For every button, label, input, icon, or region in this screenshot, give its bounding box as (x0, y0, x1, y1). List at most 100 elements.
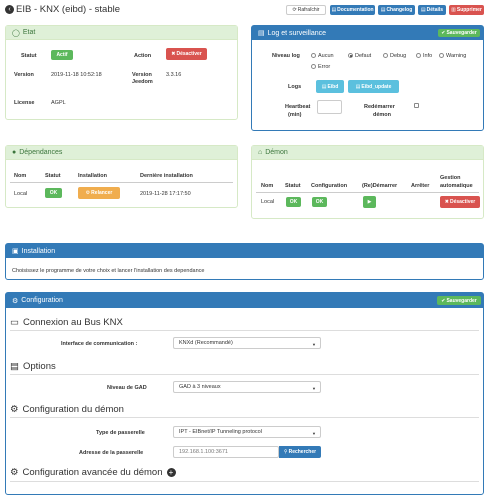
map-icon: ▣ (12, 248, 19, 255)
bus-divider (10, 330, 479, 331)
bus-section-title: ▭ Connexion au Bus KNX (10, 317, 123, 328)
log-eibd-button[interactable]: ▤ Eibd (316, 80, 344, 93)
heartbeat-label: Heartbeat (285, 104, 311, 110)
log-level-radio-error[interactable] (311, 64, 316, 69)
configuration-panel: ⚙ Configuration ✔ Sauvegarder ▭ Connexion … (5, 292, 484, 495)
demon-config-badge: OK (312, 197, 327, 207)
search-icon: ⚲ (283, 449, 288, 455)
statut-badge: Actif (51, 50, 73, 60)
bicycle-icon: ⚙ (85, 190, 91, 196)
trash-icon: ▥ (451, 7, 456, 13)
deps-last-install: 2019-11-28 17:17:50 (140, 191, 191, 197)
log-level-defaut-label: Defaut (355, 53, 372, 59)
demon-status-badge: OK (286, 197, 301, 207)
circle-icon: ● (12, 149, 17, 156)
demon-panel-header: ⌂ Démon (252, 146, 483, 160)
deps-col-installation: Installation (78, 173, 108, 179)
deps-panel-header: ● Dépendances (6, 146, 237, 160)
log-level-error-label: Error (318, 64, 331, 70)
deactivate-button[interactable]: ✖ Désactiver (166, 48, 207, 60)
gateway-address-input[interactable]: 192.168.1.100:3671 (173, 446, 279, 458)
deps-row-name: Local (14, 191, 28, 197)
daemon-config-section-title: ⚙ Configuration du démon (10, 404, 124, 415)
log-level-radio-info[interactable] (416, 53, 421, 58)
chevron-down-icon: ▼ (312, 342, 316, 347)
relaunch-button[interactable]: ⚙ Relancer (78, 187, 120, 199)
installation-text: Choisissez le programme de votre choix e… (12, 268, 205, 274)
delete-button[interactable]: ▥ Supprimer (449, 5, 484, 15)
restart-label-2: démon (373, 112, 392, 118)
interface-label: Interface de communication : (61, 341, 138, 347)
details-button[interactable]: ▤ Détails (418, 5, 446, 15)
close-icon: ✖ (444, 199, 449, 205)
demon-col-configuration: Configuration (311, 183, 348, 189)
heartbeat-input[interactable] (317, 100, 342, 114)
cogs-icon: ⚙ (12, 297, 19, 305)
statut-label: Statut (21, 53, 37, 59)
gad-label: Niveau de GAD (107, 385, 147, 391)
log-level-radio-defaut[interactable] (348, 53, 353, 58)
search-gateway-button[interactable]: ⚲ Rechercher (279, 446, 321, 458)
start-daemon-button[interactable]: ▶ (363, 196, 376, 208)
license-label: License (14, 100, 35, 106)
demon-col-redemarrer: (Re)Démarrer (362, 183, 398, 189)
check-icon: ✔ (441, 297, 446, 304)
deps-col-nom: Nom (14, 173, 27, 179)
license-value: AGPL (51, 100, 66, 106)
demon-table-divider (256, 192, 479, 193)
interface-select[interactable]: KNXd (Recommandé) ▼ (173, 337, 321, 349)
gateway-type-select[interactable]: IPT - EIBnet/IP Tunneling protocol ▼ (173, 426, 321, 438)
cog-icon: ⚙ (10, 404, 19, 415)
deps-panel: ● Dépendances Nom Statut Installation De… (5, 145, 238, 208)
demon-col-arreter: Arrêter (411, 183, 430, 189)
book-icon: ▤ (331, 7, 337, 13)
etat-panel-header: ◯ Etat (6, 26, 237, 40)
log-level-warning-label: Warning (446, 53, 467, 59)
action-label: Action (134, 53, 152, 59)
advanced-divider (10, 481, 479, 482)
back-icon[interactable]: ‹ (5, 5, 14, 14)
demon-panel: ⌂ Démon Nom Statut Configuration (Re)Dém… (251, 145, 484, 219)
log-level-info-label: Info (423, 53, 433, 59)
log-level-radio-debug[interactable] (383, 53, 388, 58)
log-level-radio-aucun[interactable] (311, 53, 316, 58)
play-icon: ▶ (367, 199, 372, 205)
page-title: EIB - KNX (eibd) - stable (16, 4, 121, 15)
chevron-down-icon: ▼ (312, 431, 316, 436)
chevron-down-icon: ▼ (312, 386, 316, 391)
jeedom-version-label-2: Jeedom (132, 79, 153, 85)
etat-panel: ◯ Etat Statut Actif Action ✖ Désactiver V… (5, 25, 238, 120)
configuration-panel-header: ⚙ Configuration (6, 293, 483, 308)
options-divider (10, 374, 479, 375)
book-icon: ▤ (380, 7, 386, 13)
gateway-address-label: Adresse de la passerelle (79, 450, 144, 456)
log-eibd-update-button[interactable]: ▤ Eibd_update (348, 80, 399, 93)
info-icon: ▤ (420, 7, 426, 13)
daemon-deactivate-button[interactable]: ✖ Désactiver (440, 196, 480, 208)
cog-icon: ⚙ (10, 467, 19, 478)
deps-table-divider (10, 182, 233, 183)
log-level-debug-label: Debug (390, 53, 407, 59)
log-level-radio-warning[interactable] (439, 53, 444, 58)
file-icon: ▤ (321, 83, 327, 90)
demon-col-gestion: Gestion (440, 175, 461, 181)
file-icon: ▤ (355, 83, 361, 90)
gad-select[interactable]: GAD à 3 niveaux ▼ (173, 381, 321, 393)
refresh-button[interactable]: ⟳ Rafraîchir (286, 5, 326, 15)
log-save-button[interactable]: ✔ Sauvegarder (438, 29, 480, 37)
version-value: 2019-11-18 10:52:18 (51, 72, 102, 78)
advanced-config-section-title[interactable]: ⚙ Configuration avancée du démon + (10, 467, 176, 478)
demon-col-statut: Statut (285, 183, 301, 189)
jeedom-version-value: 3.3.16 (166, 72, 182, 78)
plus-circle-icon[interactable]: + (166, 468, 176, 477)
options-section-title: ▤ Options (10, 361, 56, 372)
documentation-button[interactable]: ▤ Documentation (330, 5, 375, 15)
deps-col-derniere: Dernière installation (140, 173, 193, 179)
restart-checkbox[interactable] (414, 103, 419, 108)
jeedom-version-label: Version (132, 72, 152, 78)
config-save-button[interactable]: ✔ Sauvegarder (437, 296, 481, 305)
changelog-button[interactable]: ▤ Changelog (378, 5, 415, 15)
logs-label: Logs (288, 84, 302, 90)
demon-row-name: Local (261, 199, 275, 205)
demon-col-automatique: automatique (440, 183, 473, 189)
